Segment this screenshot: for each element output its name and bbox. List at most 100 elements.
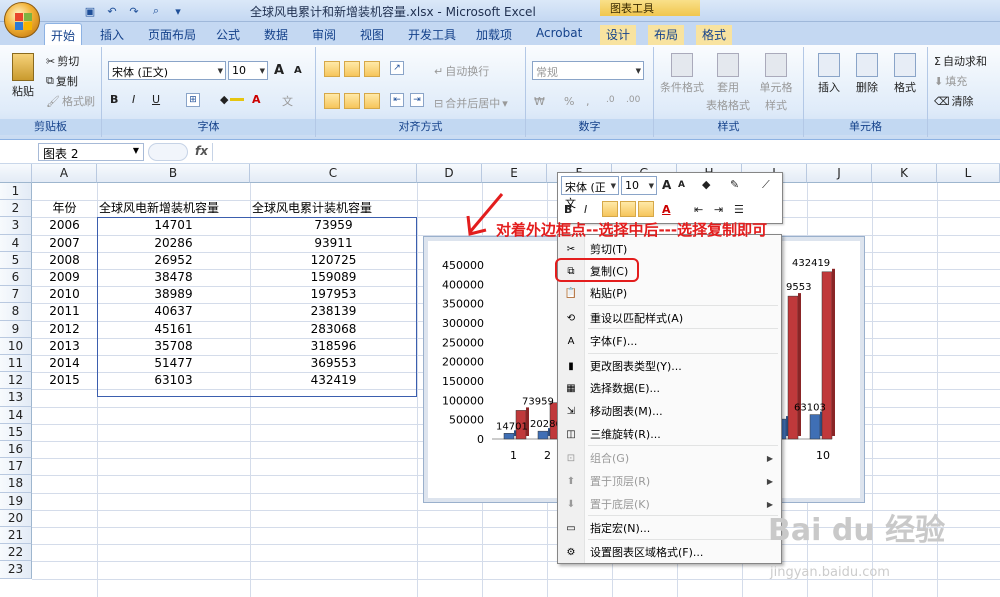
wrap-text-button[interactable]: ↵ 自动换行 [434,63,489,79]
row-header[interactable]: 20 [0,509,32,527]
menu-item[interactable]: ⟲ 重设以匹配样式(A) [558,308,781,330]
tab-page-layout[interactable]: 页面布局 [142,25,202,45]
phonetic-button[interactable]: 文 [282,93,293,109]
column-header[interactable]: L [937,164,1000,183]
copy-button[interactable]: ⧉ 复制 [46,73,78,89]
increase-decimal-button[interactable]: .0 [606,95,615,105]
row-header[interactable]: 4 [0,234,32,252]
row-header[interactable]: 11 [0,355,32,373]
format-as-table-button[interactable]: 套用 表格格式 [706,53,750,113]
column-header[interactable]: D [417,164,482,183]
shrink-font-button[interactable]: A [294,65,302,76]
menu-item[interactable]: ▭ 指定宏(N)... [558,518,781,540]
row-header[interactable]: 6 [0,269,32,287]
underline-button[interactable]: U [152,93,160,106]
menu-item[interactable]: ▦ 选择数据(E)... [558,378,781,400]
menu-item[interactable]: ⬇ 置于底层(K) ▶ [558,494,781,516]
mini-font-color-button[interactable]: A [662,203,671,216]
office-button[interactable] [4,2,40,38]
tab-formulas[interactable]: 公式 [210,25,246,45]
select-all-corner[interactable] [0,164,32,183]
increase-indent-button[interactable]: ⇥ [410,93,424,107]
align-middle-button[interactable] [344,61,360,77]
row-header[interactable]: 2 [0,200,32,218]
mini-align-center-button[interactable] [620,201,636,217]
delete-cells-button[interactable]: 删除 [850,53,884,95]
row-header[interactable]: 15 [0,423,32,441]
name-box[interactable]: 图表 2 ▼ [38,143,144,161]
mini-fill-color-button[interactable]: ◆ [702,178,710,191]
align-top-button[interactable] [324,61,340,77]
number-format-combo[interactable]: 常规 ▼ [532,61,644,80]
menu-item[interactable]: A 字体(F)... [558,331,781,353]
tab-addins[interactable]: 加载项 [470,25,518,45]
cell-year[interactable]: 2008 [34,252,95,269]
menu-item[interactable]: ◫ 三维旋转(R)... [558,424,781,446]
tab-view[interactable]: 视图 [354,25,390,45]
align-bottom-button[interactable] [364,61,380,77]
paste-button[interactable]: 粘贴 [8,53,38,99]
mini-grow-font-button[interactable]: A [662,178,671,192]
orientation-button[interactable]: ↗ [390,61,404,75]
row-header[interactable]: 9 [0,320,32,338]
tab-insert[interactable]: 插入 [94,25,130,45]
clear-button[interactable]: ⌫ 清除 [934,93,974,109]
cell-year[interactable]: 2014 [34,355,95,372]
mini-font-size-combo[interactable]: 10 ▼ [621,176,657,195]
merge-center-button[interactable]: ⊟ 合并后居中 ▾ [434,95,508,111]
row-header[interactable]: 7 [0,286,32,304]
bold-button[interactable]: B [110,93,118,106]
percent-button[interactable]: % [564,95,574,108]
fill-button[interactable]: ⬇ 填充 [934,73,967,89]
tab-format[interactable]: 格式 [696,25,733,45]
row-header[interactable]: 22 [0,544,32,562]
fill-color-button[interactable]: ◆ [220,93,245,106]
align-center-button[interactable] [344,93,360,109]
mini-format-painter-button[interactable]: ⟋ [762,178,770,192]
column-header[interactable]: J [807,164,872,183]
mini-increase-indent-button[interactable]: ⇥ [714,203,723,216]
insert-cells-button[interactable]: 插入 [812,53,846,95]
row-header[interactable]: 18 [0,475,32,493]
formula-input[interactable] [212,143,998,161]
comma-button[interactable]: , [586,95,590,108]
row-header[interactable]: 3 [0,217,32,235]
cut-button[interactable]: ✂ 剪切 [46,53,79,69]
column-header[interactable]: A [32,164,97,183]
conditional-format-button[interactable]: 条件格式 [660,53,704,95]
redo-icon[interactable]: ↷ [126,3,142,19]
save-icon[interactable]: ▣ [82,3,98,19]
menu-item[interactable]: ⚙ 设置图表区域格式(F)... [558,542,781,564]
cell-year[interactable]: 2012 [34,321,95,338]
italic-button[interactable]: I [132,93,135,106]
column-header[interactable]: E [482,164,547,183]
cell-year[interactable]: 2011 [34,303,95,320]
tab-developer[interactable]: 开发工具 [402,25,462,45]
mini-line-color-button[interactable]: ✎ [730,178,739,191]
cell-year[interactable]: 2015 [34,372,95,389]
align-left-button[interactable] [324,93,340,109]
cell-year[interactable]: 2013 [34,338,95,355]
format-painter-button[interactable]: 🖌 格式刷 [46,93,95,109]
customize-qat-icon[interactable]: ▾ [170,3,186,19]
row-header[interactable]: 10 [0,337,32,355]
font-name-combo[interactable]: 宋体 (正文) ▼ [108,61,226,80]
cell-year[interactable]: 2009 [34,269,95,286]
tab-data[interactable]: 数据 [258,25,294,45]
cell-styles-button[interactable]: 单元格 样式 [754,53,798,113]
tab-acrobat[interactable]: Acrobat [530,25,588,45]
row-header[interactable]: 17 [0,458,32,476]
row-header[interactable]: 21 [0,527,32,545]
column-header[interactable]: K [872,164,937,183]
menu-item[interactable]: ⊡ 组合(G) ▶ [558,448,781,470]
mini-decrease-indent-button[interactable]: ⇤ [694,203,703,216]
menu-item[interactable]: ▮ 更改图表类型(Y)... [558,356,781,378]
column-header[interactable]: C [250,164,417,183]
menu-item[interactable]: ⇲ 移动图表(M)... [558,401,781,423]
mini-bullets-button[interactable]: ☰ [734,203,744,216]
menu-item[interactable]: ⬆ 置于顶层(R) ▶ [558,471,781,493]
row-header[interactable]: 1 [0,183,32,201]
row-header[interactable]: 8 [0,303,32,321]
mini-italic-button[interactable]: I [584,203,587,216]
border-button[interactable]: ⊞ [186,93,200,107]
